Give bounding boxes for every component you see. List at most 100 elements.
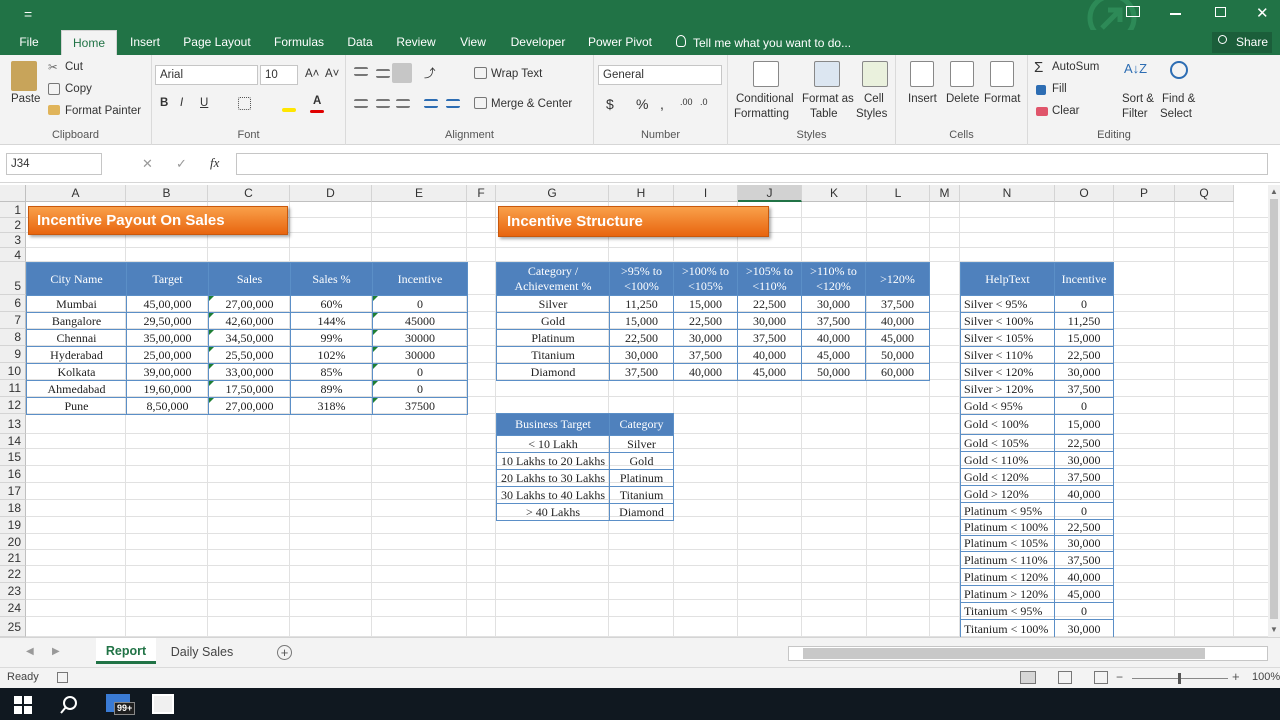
align-left-icon[interactable] [354,99,368,108]
cell-styles-icon[interactable] [862,61,888,87]
row-header-16[interactable]: 16 [0,466,26,483]
tab-review[interactable]: Review [392,30,440,55]
increase-decimal-icon[interactable]: .00 [680,97,693,107]
horizontal-scrollbar[interactable] [788,646,1268,661]
structure-cell[interactable]: Gold [496,312,610,330]
formula-input[interactable] [236,153,1268,175]
structure-cell[interactable]: 22,500 [673,312,738,330]
clear-icon[interactable] [1036,107,1048,116]
helptext-cell[interactable]: 0 [1054,295,1114,313]
sort-filter-icon[interactable]: A↓Z [1124,61,1147,76]
structure-cell[interactable]: 45,000 [801,346,866,364]
column-header-f[interactable]: F [467,185,496,202]
column-header-j[interactable]: J [738,185,802,202]
helptext-cell[interactable]: 30,000 [1054,619,1114,637]
helptext-cell[interactable]: 37,500 [1054,468,1114,486]
structure-cell[interactable]: 30,000 [737,312,802,330]
payout-cell[interactable]: 144% [290,312,373,330]
scroll-down-icon[interactable]: ▼ [1270,625,1278,634]
sheet-tab-report[interactable]: Report [96,638,156,664]
store-icon[interactable] [152,694,174,714]
row-header-9[interactable]: 9 [0,346,26,363]
merge-icon[interactable] [474,97,487,109]
row-header-7[interactable]: 7 [0,312,26,329]
cancel-icon[interactable]: ✕ [142,156,153,172]
structure-cell[interactable]: 50,000 [865,346,930,364]
payout-cell[interactable]: 0 [372,363,468,381]
decrease-decimal-icon[interactable]: .0 [700,97,708,107]
cut-icon[interactable]: ✂ [48,60,58,74]
structure-cell[interactable]: 40,000 [865,312,930,330]
clear-button[interactable]: Clear [1052,105,1079,117]
tab-formulas[interactable]: Formulas [268,30,330,55]
font-size-dropdown[interactable]: 10 [260,65,298,85]
normal-view-icon[interactable] [1020,671,1036,684]
structure-cell[interactable]: Titanium [496,346,610,364]
payout-cell[interactable]: 39,00,000 [126,363,209,381]
target-cell[interactable]: Silver [609,435,674,453]
payout-cell[interactable]: Bangalore [26,312,127,330]
helptext-cell[interactable]: Gold < 110% [960,451,1055,469]
payout-cell[interactable]: 25,50,000 [208,346,291,364]
cell-styles-label[interactable]: Cell [864,93,884,105]
delete-button[interactable]: Delete [946,93,979,105]
structure-cell[interactable]: 11,250 [609,295,674,313]
sort-filter-label2[interactable]: Filter [1122,108,1148,120]
payout-cell[interactable]: 29,50,000 [126,312,209,330]
delete-cells-icon[interactable] [950,61,974,87]
payout-cell[interactable]: Chennai [26,329,127,347]
payout-cell[interactable]: 0 [372,380,468,398]
bold-button[interactable]: B [160,97,168,109]
structure-cell[interactable]: 30,000 [801,295,866,313]
helptext-cell[interactable]: Silver < 105% [960,329,1055,347]
helptext-cell[interactable]: 40,000 [1054,485,1114,503]
payout-cell[interactable]: 99% [290,329,373,347]
helptext-cell[interactable]: 15,000 [1054,414,1114,435]
orientation-icon[interactable]: ⤴ [424,65,436,81]
row-header-12[interactable]: 12 [0,397,26,414]
column-header-c[interactable]: C [208,185,290,202]
helptext-cell[interactable]: 22,500 [1054,519,1114,536]
zoom-in-icon[interactable]: + [1232,669,1240,684]
payout-cell[interactable]: 45000 [372,312,468,330]
font-name-dropdown[interactable]: Arial [155,65,258,85]
shrink-font-icon[interactable]: A˅ [325,68,339,80]
structure-cell[interactable]: 37,500 [737,329,802,347]
format-as-table-icon[interactable] [814,61,840,87]
target-cell[interactable]: Gold [609,452,674,470]
payout-cell[interactable]: 27,00,000 [208,397,291,415]
fill-button[interactable]: Fill [1052,83,1067,95]
helptext-cell[interactable]: Gold < 105% [960,434,1055,452]
sort-filter-label[interactable]: Sort & [1122,93,1154,105]
row-header-24[interactable]: 24 [0,600,26,617]
column-header-a[interactable]: A [26,185,126,202]
bottom-align-icon[interactable] [392,63,412,83]
row-header-15[interactable]: 15 [0,449,26,466]
paste-icon[interactable] [11,61,37,91]
cut-button[interactable]: Cut [65,61,83,73]
find-select-label2[interactable]: Select [1160,108,1192,120]
column-header-n[interactable]: N [960,185,1055,202]
helptext-cell[interactable]: Gold < 95% [960,397,1055,415]
helptext-cell[interactable]: Platinum < 120% [960,568,1055,586]
close-icon[interactable]: ✕ [1256,4,1269,22]
row-header-2[interactable]: 2 [0,218,26,233]
scroll-up-icon[interactable]: ▲ [1270,187,1278,196]
cell-styles-label2[interactable]: Styles [856,108,887,120]
column-header-k[interactable]: K [802,185,867,202]
target-cell[interactable]: > 40 Lakhs [496,503,610,521]
format-button[interactable]: Format [984,93,1020,105]
name-box[interactable]: J34 [6,153,102,175]
helptext-cell[interactable]: Silver < 95% [960,295,1055,313]
helptext-cell[interactable]: 15,000 [1054,329,1114,347]
column-header-g[interactable]: G [496,185,609,202]
quick-access-icon[interactable]: = [24,6,32,22]
structure-cell[interactable]: 22,500 [609,329,674,347]
structure-cell[interactable]: Platinum [496,329,610,347]
currency-button[interactable]: $ [606,96,614,112]
helptext-cell[interactable]: Platinum < 105% [960,535,1055,552]
conditional-label[interactable]: Conditional [736,93,794,105]
row-header-6[interactable]: 6 [0,295,26,312]
wrap-text-button[interactable]: Wrap Text [491,68,542,80]
payout-cell[interactable]: 42,60,000 [208,312,291,330]
